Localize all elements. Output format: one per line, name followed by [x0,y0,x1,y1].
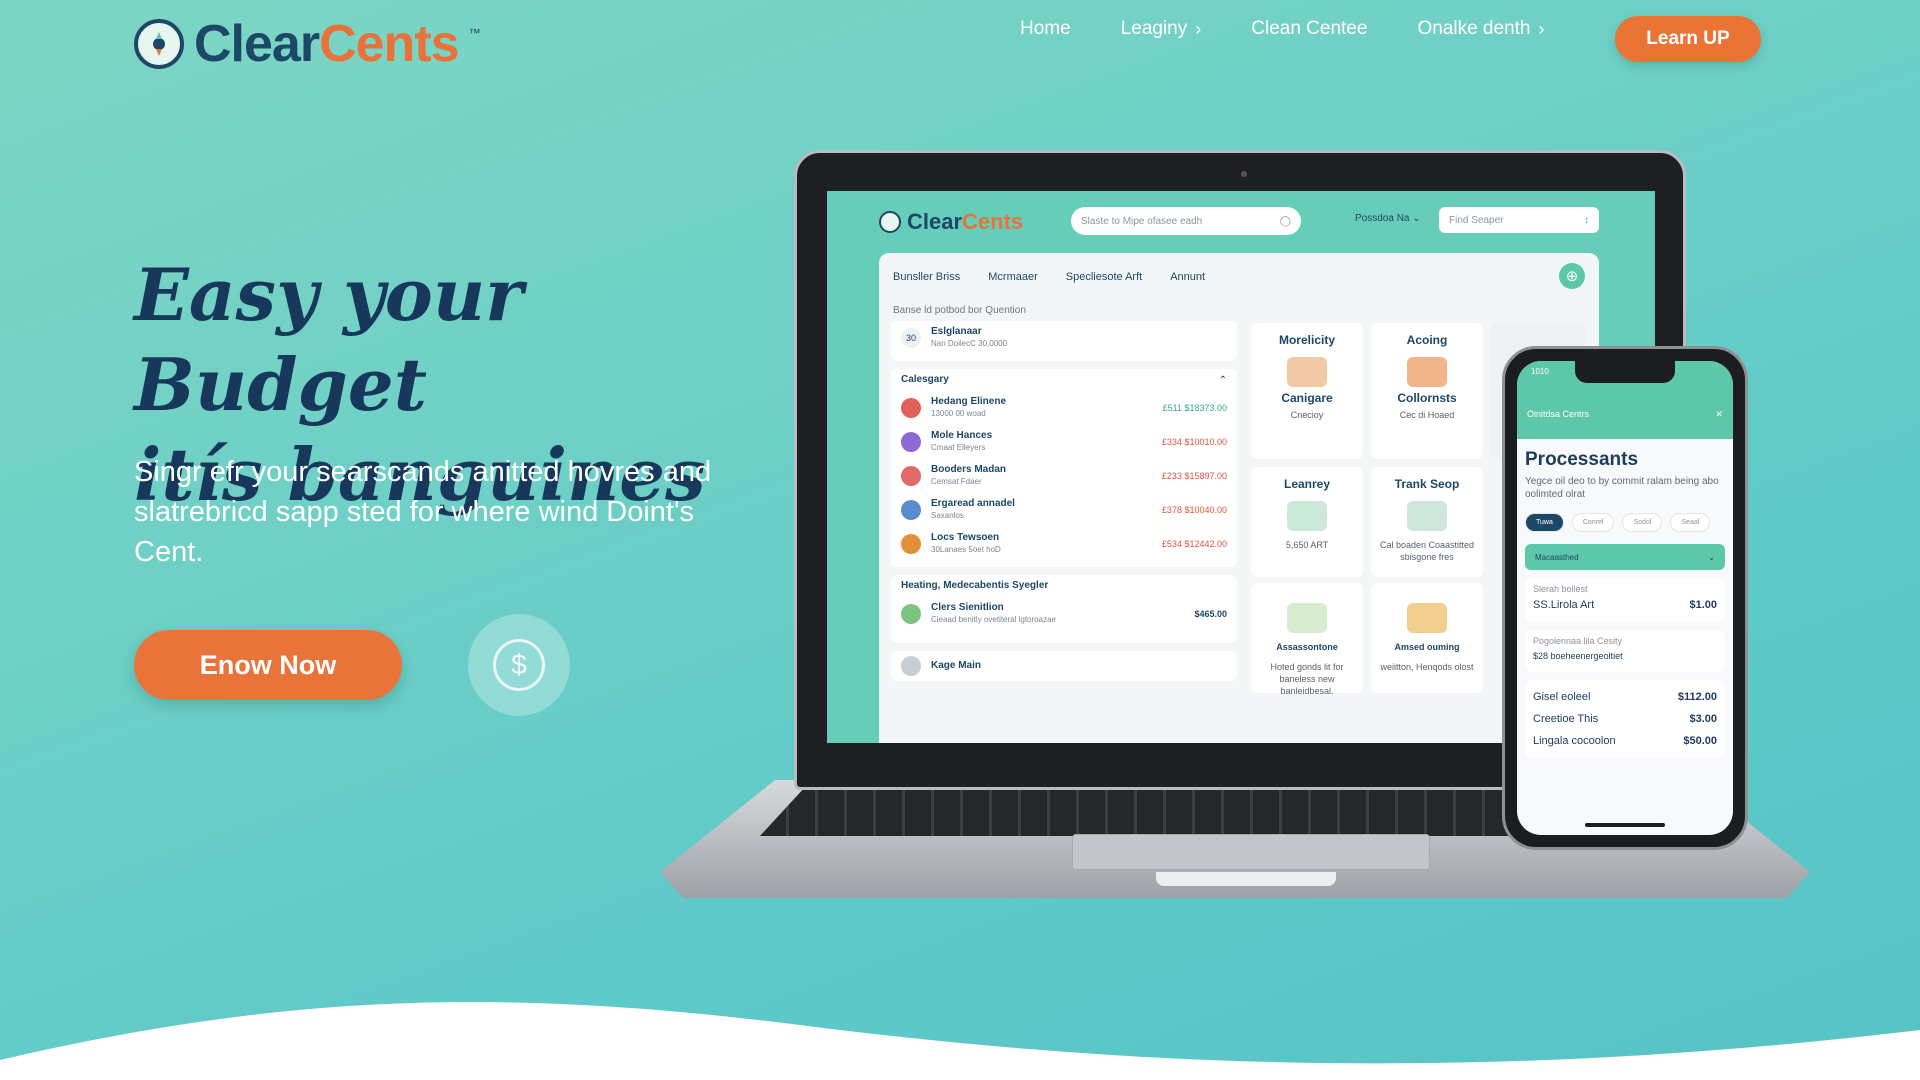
list-item[interactable]: Hedang Elinene 13000 00 woad £511 $18373.0… [891,391,1237,425]
app-dropdown[interactable]: Possdoa Na ⌄ [1355,213,1421,224]
add-icon[interactable]: ⊕ [1559,263,1585,289]
phone-device: 1010 Oinitdsa Centrs ✕ Processants Yegce … [1502,346,1748,850]
logo-icon [879,211,901,233]
nav-leaginy[interactable]: Leaginy › [1121,18,1202,40]
phone-app-screen: 1010 Oinitdsa Centrs ✕ Processants Yegce … [1517,361,1733,835]
enow-now-button[interactable]: Enow Now [134,630,402,700]
count-badge: 30 [901,328,921,348]
chip[interactable]: Seaal [1670,513,1711,532]
brand-wordmark: ClearCents [194,15,460,73]
status-time: 1010 [1531,367,1549,376]
accordion[interactable]: Macaasthed ⌄ [1525,544,1725,570]
chip[interactable]: Sodol [1622,513,1663,532]
people-icon [1287,501,1327,531]
nav-label: Onalke denth [1417,18,1531,39]
tile-leanrey[interactable]: Leanrey 5,650 ART [1251,467,1363,577]
app-search-input[interactable]: Slaste to Mipe ofasee eadh ◯ [1071,207,1301,235]
nav-home[interactable]: Home [1020,18,1071,40]
category-icon [901,534,921,554]
coin-button[interactable]: $ [468,614,570,716]
tab-mcrmaaer[interactable]: Mcrmaaer [988,271,1038,283]
phone-card[interactable]: Gisel eoleel $112.00 Creetioe This $3.00 L… [1525,680,1725,758]
list-item: SS.Lirola Art $1.00 [1533,599,1717,611]
tile-morelicity[interactable]: Morelicity Canigare Cnecioy [1251,323,1363,459]
nav-onalke-denth[interactable]: Onalke denth › [1417,18,1544,40]
phone-card[interactable]: Pogolennaa lila Cesity $28 boeheenergeol… [1525,630,1725,672]
chip[interactable]: Conrel [1571,513,1615,532]
list-item: Gisel eoleel $112.00 [1533,691,1717,703]
logo-icon [134,19,184,69]
tab-annunt[interactable]: Annunt [1170,271,1205,283]
tab-specliesote-arft[interactable]: Specliesote Arft [1066,271,1142,283]
list-item: Creetioe This $3.00 [1533,713,1717,725]
list-item[interactable]: Mole Hances Cmaat Elleyers £334 $10010.00 [891,425,1237,459]
section-card[interactable]: Heating, Medecabentis Syegler Clers Sien… [891,575,1237,643]
phone-notch [1575,361,1675,383]
phone-title: Processants [1525,449,1639,470]
tab-bunsller-briss[interactable]: Bunsller Briss [893,271,960,283]
list-item[interactable]: Ergaread annadel Saxanlos £378 $10040.00 [891,493,1237,527]
tree-icon [1407,357,1447,387]
nav-clean-centee[interactable]: Clean Centee [1251,18,1367,40]
category-icon [901,398,921,418]
nav-label: Clean Centee [1251,18,1368,39]
app-panel: Bunsller Briss Mcrmaaer Specliesote Arft… [879,253,1599,743]
tile-acoing[interactable]: Acoing Collornsts Cec di Hoaed [1371,323,1483,459]
nav-label: Leaginy [1120,18,1188,39]
section-title: Heating, Medecabentis Syegler [901,580,1049,591]
phone-card[interactable]: Slerah bollest SS.Lirola Art $1.00 [1525,578,1725,622]
tile-trank-seop[interactable]: Trank Seop Cal boaden Coaastitted sbisgon… [1371,467,1483,577]
hero-subtitle: Singr efr your searscands anitted hovres… [134,456,712,568]
document-icon [1407,501,1447,531]
laptop-trackpad [1072,834,1430,870]
tile-assassontone[interactable]: Assassontone Hoted gonds lit for baneless… [1251,583,1363,696]
chart-icon [1287,357,1327,387]
laptop-notch [1156,872,1336,886]
nav-label: Home [1020,18,1071,39]
hero-title-line1: Easy your Budget [134,252,524,427]
category-icon [901,466,921,486]
category-header: Calesgary [901,374,949,385]
sort-icon: ↕ [1584,214,1589,226]
category-card: Calesgary ⌃ Hedang Elinene 13000 00 woad £5… [891,369,1237,567]
trademark: ™ [468,26,481,40]
chevron-right-icon: › [1195,18,1202,39]
camera-icon [1241,171,1247,177]
category-icon [901,500,921,520]
category-icon [901,604,921,624]
home-indicator [1585,823,1665,827]
bottom-wave [0,1002,1920,1080]
filter-chips: Tuwa Conrel Sodol Seaal [1517,501,1733,540]
list-item[interactable]: Locs Tewsoen 30Lanaes 5oet hoD £534 $12442… [891,527,1237,561]
list-item[interactable]: Booders Madan Cemsat Fdaer £233 $15897.00 [891,459,1237,493]
chip[interactable]: Tuwa [1525,513,1564,532]
category-icon [901,656,921,676]
app-logo[interactable]: Clear Cents [879,209,1023,235]
search-icon: ◯ [1279,215,1291,227]
phone-description: Yegce oil deo to by commit ralam being a… [1525,476,1719,500]
list-item: Lingala cocoolon $50.00 [1533,735,1717,747]
chevron-right-icon: › [1538,18,1545,39]
summary-text: Eslglanaar Nan DoilecC 30,0000 [931,326,1008,348]
app-tabs: Bunsller Briss Mcrmaaer Specliesote Arft… [893,271,1205,283]
category-icon [901,432,921,452]
brand-logo[interactable]: ClearCents ™ [134,14,481,74]
breadcrumb: Banse ld potbod bor Quention [893,305,1026,316]
tile-amsed-ouming[interactable]: Amsed ouming weiitton, Henqods olost [1371,583,1483,693]
section-card[interactable]: Kage Main [891,651,1237,681]
main-nav: Home Leaginy › Clean Centee Onalke denth › [1020,18,1544,40]
coins-icon [1407,603,1447,633]
summary-card[interactable]: 30 Eslglanaar Nan DoilecC 30,0000 [891,321,1237,361]
chevron-down-icon: ⌄ [1708,552,1715,562]
dollar-icon: $ [493,639,545,691]
learn-up-button[interactable]: Learn UP [1615,16,1761,62]
close-icon[interactable]: ✕ [1715,409,1723,439]
person-icon [1287,603,1327,633]
chevron-up-icon[interactable]: ⌃ [1219,375,1227,386]
app-find-input[interactable]: Find Seaper ↕ [1439,207,1599,233]
